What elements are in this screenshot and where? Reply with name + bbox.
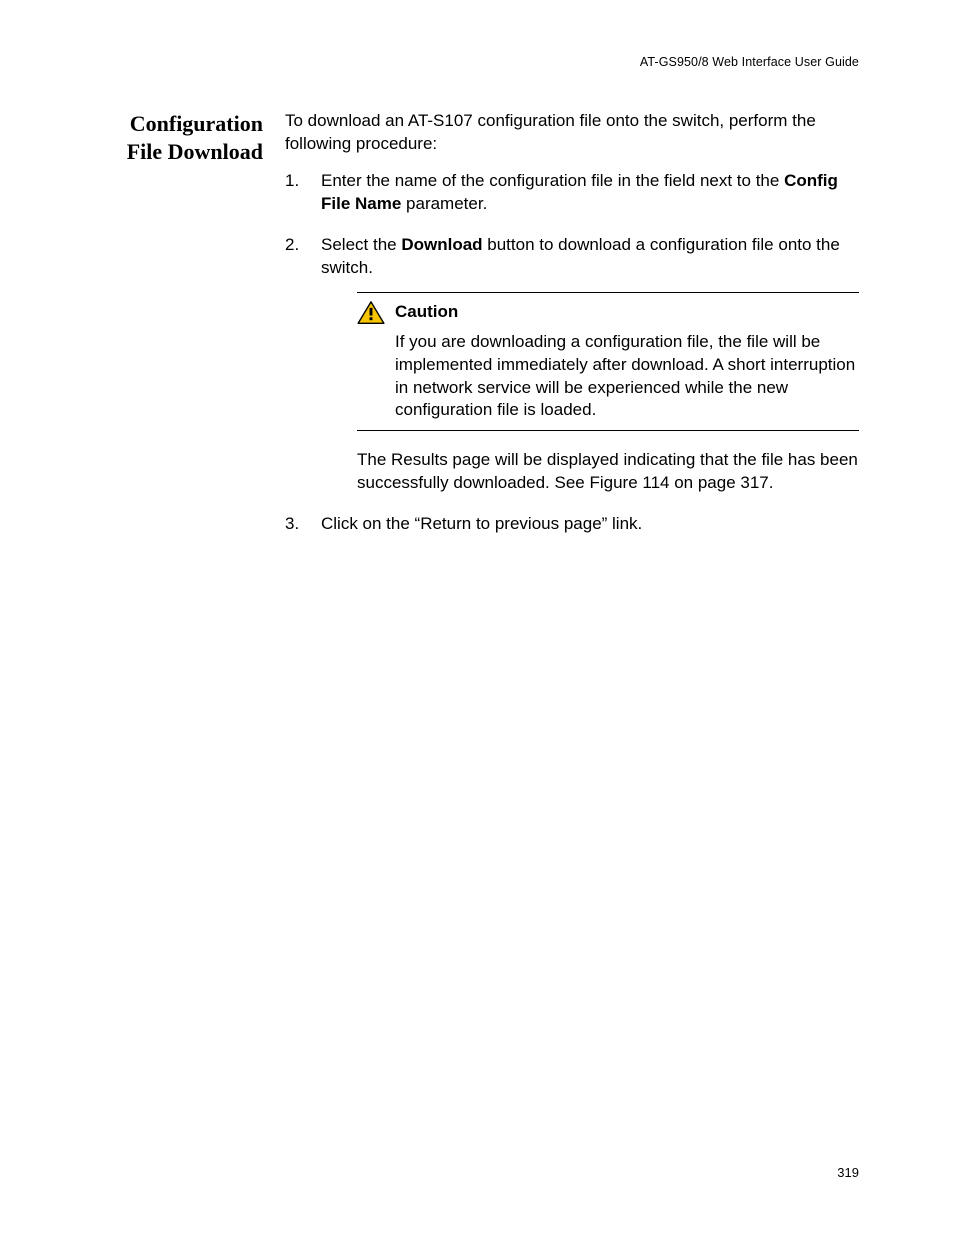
step-1-text-a: Enter the name of the configuration file… xyxy=(321,171,784,190)
page-number: 319 xyxy=(837,1165,859,1180)
caution-block: Caution If you are downloading a configu… xyxy=(357,292,859,432)
step-1-text-c: parameter. xyxy=(401,194,487,213)
section-heading: Configuration File Download xyxy=(95,110,285,165)
body-column: To download an AT-S107 configuration fil… xyxy=(285,110,859,554)
result-paragraph: The Results page will be displayed indic… xyxy=(357,449,859,495)
step-1: Enter the name of the configuration file… xyxy=(285,170,859,216)
procedure-list: Enter the name of the configuration file… xyxy=(285,170,859,536)
intro-paragraph: To download an AT-S107 configuration fil… xyxy=(285,110,859,156)
section-heading-line2: File Download xyxy=(127,139,263,164)
caution-title: Caution xyxy=(395,301,458,324)
content-row: Configuration File Download To download … xyxy=(95,110,859,554)
step-2-bold: Download xyxy=(401,235,482,254)
running-head: AT-GS950/8 Web Interface User Guide xyxy=(640,55,859,69)
section-heading-line1: Configuration xyxy=(130,111,263,136)
caution-icon xyxy=(357,301,385,325)
step-3-text: Click on the “Return to previous page” l… xyxy=(321,514,642,533)
step-2-text-a: Select the xyxy=(321,235,401,254)
step-2: Select the Download button to download a… xyxy=(285,234,859,496)
caution-header: Caution xyxy=(357,301,859,325)
step-3: Click on the “Return to previous page” l… xyxy=(285,513,859,536)
caution-body: If you are downloading a configuration f… xyxy=(357,331,859,423)
document-page: AT-GS950/8 Web Interface User Guide Conf… xyxy=(0,0,954,1235)
